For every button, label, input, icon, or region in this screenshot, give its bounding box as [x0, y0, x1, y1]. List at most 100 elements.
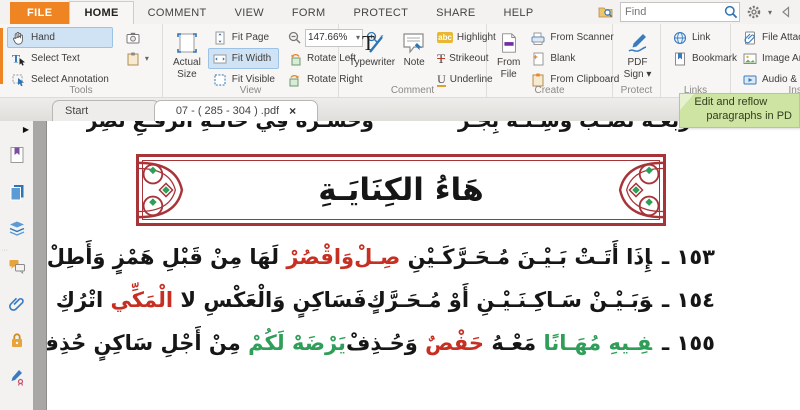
gear-icon[interactable]	[746, 4, 762, 20]
fit-width-icon	[212, 51, 228, 67]
verse-segment: لَهَا مِنْ قَبْلِ هَمْزٍ وَأَطِلْ	[47, 245, 286, 269]
doc-tab-document-label: 07 - ( 285 - 304 ) .pdf	[176, 105, 279, 117]
typewriter-button[interactable]: T Typewriter	[346, 27, 398, 71]
ribbon: Hand T Select Text Select Annotation ▾	[0, 24, 800, 98]
highlight-abc-icon: abc	[437, 32, 453, 43]
view-group-label: View	[163, 85, 338, 96]
partial-verse-line: ـأَرْبَعَـةٌ نُصَـبٌ وَسِـتَّـةٌ بِجَـرّ…	[86, 121, 715, 132]
verse-number: ١٥٥ ـ	[662, 331, 715, 355]
file-menu-button[interactable]: FILE	[10, 2, 69, 24]
tab-protect[interactable]: PROTECT	[339, 2, 422, 24]
from-scanner-button[interactable]: From Scanner	[526, 27, 623, 48]
snapshot-button[interactable]	[121, 27, 153, 48]
note-button[interactable]: Note	[398, 27, 430, 71]
menu-bar: FILE HOME COMMENT VIEW FORM PROTECT SHAR…	[0, 0, 800, 24]
clipboard-icon	[125, 51, 141, 67]
blank-label: Blank	[550, 53, 575, 64]
tab-view[interactable]: VIEW	[221, 2, 278, 24]
security-panel-icon[interactable]	[7, 330, 27, 350]
ribbon-group-create: From File From Scanner Blank From Clipbo…	[487, 24, 613, 97]
select-text-label: Select Text	[31, 53, 80, 64]
gear-dropdown-icon[interactable]: ▾	[768, 8, 772, 17]
verse-first-hemistich: ١٥٥ ـفِـيهِ مُهَـانًا مَعْـهُ حَفْصٌ وَح…	[346, 328, 715, 359]
verse-segment: إِذَا أَتَـتْ بَـيْـنَ مُـحَـرَّكَـيْنِ	[400, 245, 652, 269]
comments-panel-icon[interactable]	[7, 256, 27, 276]
verse-segment: أَرْبَعَـةٌ نُصَـبٌ وَسِـتَّـةٌ بِجَـرّ	[458, 121, 698, 132]
tab-help[interactable]: HELP	[490, 2, 548, 24]
select-text-icon: T	[11, 51, 27, 67]
verse-second-hemistich: يَرْضَهْ لَكُمْ مِنْ أَجْلِ سَاكِنٍ حُذِ…	[47, 328, 346, 359]
attachments-panel-icon[interactable]	[7, 293, 27, 313]
signature-panel-icon[interactable]	[7, 367, 27, 387]
partial-verse-clip: ـأَرْبَعَـةٌ نُصَـبٌ وَسِـتَّـةٌ بِجَـرّ…	[86, 121, 715, 147]
collapse-ribbon-icon[interactable]	[778, 4, 794, 20]
from-file-icon	[498, 29, 520, 57]
typewriter-icon: T	[359, 29, 385, 57]
verse-line: ١٥٣ ـ إِذَا أَتَـتْ بَـيْـنَ مُـحَـرَّكَـ…	[86, 242, 715, 273]
doc-tab-document[interactable]: 07 - ( 285 - 304 ) .pdf ×	[154, 100, 318, 121]
tab-form[interactable]: FORM	[278, 2, 340, 24]
expand-panel-icon[interactable]: ▶	[23, 125, 29, 139]
zoom-out-icon[interactable]	[287, 30, 303, 46]
blank-page-icon	[530, 51, 546, 67]
doc-tab-start[interactable]: Start	[52, 100, 160, 121]
strikeout-icon: T	[437, 52, 445, 65]
verse-segment: وَبَـيْـنْ سَـاكِـنَـيْـنِ أَوْ مُـحَـرَ…	[367, 288, 652, 312]
ribbon-group-comment: T Typewriter Note abc Highlight T Strike…	[339, 24, 487, 97]
search-icon[interactable]	[723, 4, 739, 20]
layers-panel-icon[interactable]	[7, 219, 27, 239]
verse-number: ١٥٣ ـ	[662, 245, 715, 269]
main-content: ▶ ···	[0, 121, 800, 410]
fit-page-label: Fit Page	[232, 32, 269, 43]
from-file-button[interactable]: From File	[494, 27, 523, 82]
hand-tool-button[interactable]: Hand	[7, 27, 113, 48]
ribbon-group-protect: PDF Sign ▾ Protect	[613, 24, 661, 97]
fit-page-button[interactable]: Fit Page	[208, 27, 279, 48]
verse-second-hemistich: وَخَسَـرَهْ فِي حَالَـةِ الرَّفْـعِ تَصِ…	[86, 121, 374, 132]
ribbon-group-links: Link Bookmark Links	[661, 24, 731, 97]
blank-button[interactable]: Blank	[526, 48, 623, 69]
pages-panel-icon[interactable]	[7, 182, 27, 202]
verse-segment: يَرْضَهْ لَكُمْ	[248, 331, 346, 355]
panel-divider[interactable]	[33, 121, 47, 410]
tools-group-label: Tools	[0, 85, 162, 96]
tab-comment[interactable]: COMMENT	[134, 2, 221, 24]
find-input[interactable]	[621, 6, 723, 18]
tab-home[interactable]: HOME	[69, 1, 133, 24]
file-attachment-button[interactable]: File Attachment	[738, 27, 800, 48]
protect-group-label: Protect	[613, 85, 660, 96]
pdf-sign-button[interactable]: PDF Sign ▾	[620, 27, 655, 82]
actual-size-button[interactable]: Actual Size	[170, 27, 204, 82]
clipboard-button[interactable]: ▾	[121, 48, 153, 69]
select-text-button[interactable]: T Select Text	[7, 48, 113, 69]
chapter-title-frame: هَاءُ الكِنَايَـةِ	[136, 154, 666, 226]
pdf-page: ـأَرْبَعَـةٌ نُصَـبٌ وَسِـتَّـةٌ بِجَـرّ…	[47, 121, 800, 410]
verse-segment: اتْرُكِ	[56, 288, 111, 312]
comment-group-label: Comment	[339, 85, 486, 96]
image-annotation-button[interactable]: Image Annotation	[738, 48, 800, 69]
rotate-left-icon	[287, 51, 303, 67]
ribbon-group-view: Actual Size Fit Page Fit Width Fit Visib…	[163, 24, 339, 97]
pdf-sign-icon	[626, 29, 650, 57]
verses: ١٥٣ ـ إِذَا أَتَـتْ بَـيْـنَ مُـحَـرَّكَـ…	[86, 242, 715, 359]
link-label: Link	[692, 32, 710, 43]
strikeout-label: Strikeout	[449, 53, 488, 64]
verse-number: ١٥٤ ـ	[662, 288, 715, 312]
close-tab-icon[interactable]: ×	[289, 104, 296, 118]
tooltip-line2: paragraphs in PD	[694, 110, 792, 124]
panel-resize-dots[interactable]: ···	[1, 249, 4, 252]
verse-segment: فِـيهِ مُهَـانًا	[543, 331, 652, 355]
file-attachment-label: File Attachment	[762, 32, 800, 43]
fit-width-button[interactable]: Fit Width	[208, 48, 279, 69]
pdf-sign-label2: Sign ▾	[624, 69, 652, 81]
hand-icon	[11, 30, 27, 46]
audio-video-label: Audio & Video	[762, 74, 800, 85]
edit-reflow-tooltip: Edit and reflow paragraphs in PD	[679, 93, 800, 128]
clipboard-dropdown-icon[interactable]: ▾	[145, 54, 149, 63]
search-folder-icon[interactable]	[598, 4, 614, 20]
tab-share[interactable]: SHARE	[422, 2, 489, 24]
bookmarks-panel-icon[interactable]	[7, 145, 27, 165]
link-globe-icon	[672, 30, 688, 46]
verse-segment: صِـلْ	[354, 245, 400, 269]
create-group-label: Create	[487, 85, 612, 96]
